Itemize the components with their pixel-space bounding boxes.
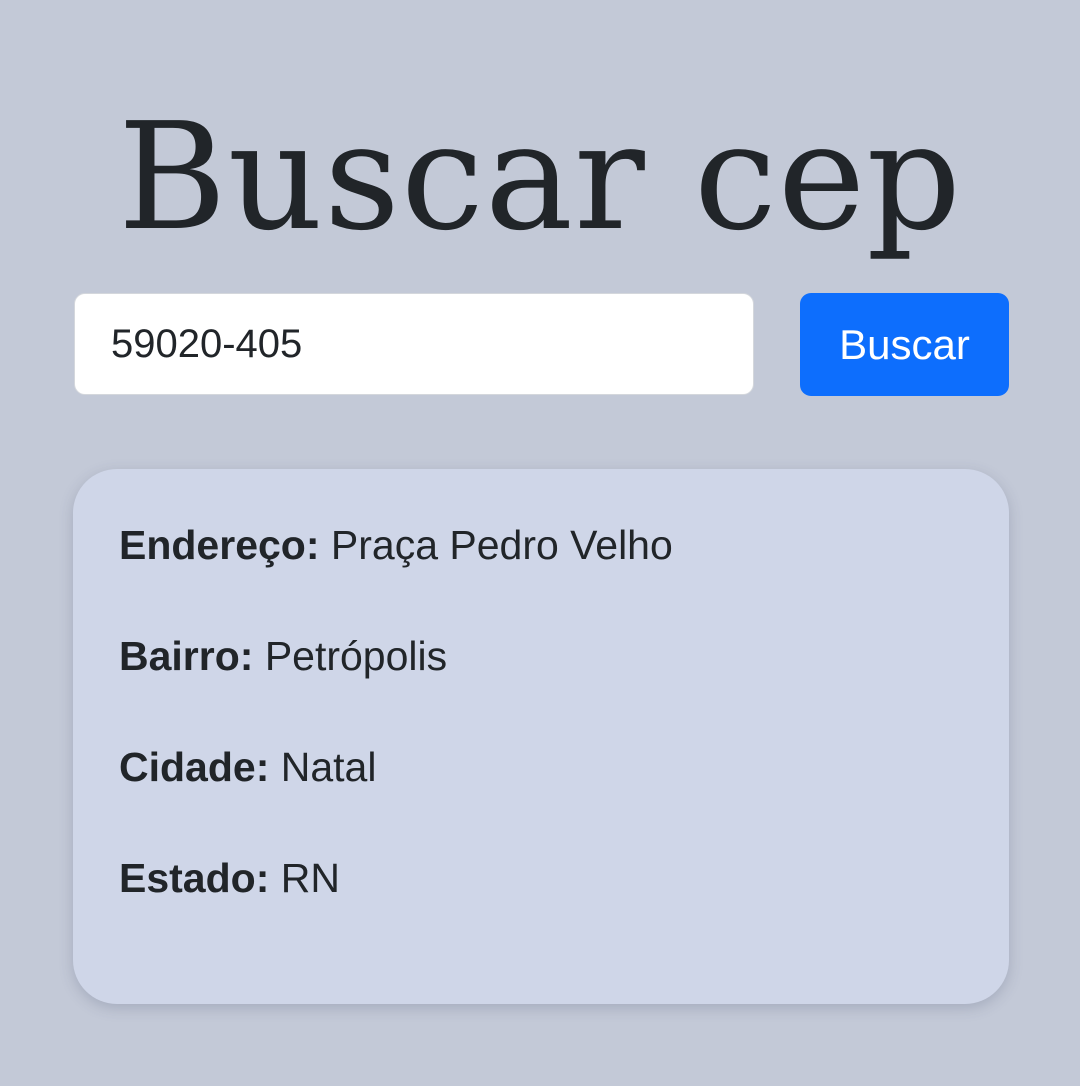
neighborhood-row: Bairro: Petrópolis <box>119 632 963 680</box>
state-row: Estado: RN <box>119 854 963 902</box>
city-label: Cidade: <box>119 744 281 790</box>
result-card: Endereço: Praça Pedro Velho Bairro: Petr… <box>73 469 1009 1004</box>
address-label: Endereço: <box>119 522 331 568</box>
city-value: Natal <box>280 744 377 790</box>
address-row: Endereço: Praça Pedro Velho <box>119 521 963 569</box>
state-value: RN <box>280 855 340 901</box>
state-label: Estado: <box>119 855 281 901</box>
search-button[interactable]: Buscar <box>800 293 1009 396</box>
city-row: Cidade: Natal <box>119 743 963 791</box>
neighborhood-value: Petrópolis <box>264 633 448 679</box>
page-title: Buscar cep <box>117 91 963 263</box>
neighborhood-label: Bairro: <box>119 633 265 679</box>
cep-input[interactable] <box>74 293 754 395</box>
address-value: Praça Pedro Velho <box>330 522 673 568</box>
